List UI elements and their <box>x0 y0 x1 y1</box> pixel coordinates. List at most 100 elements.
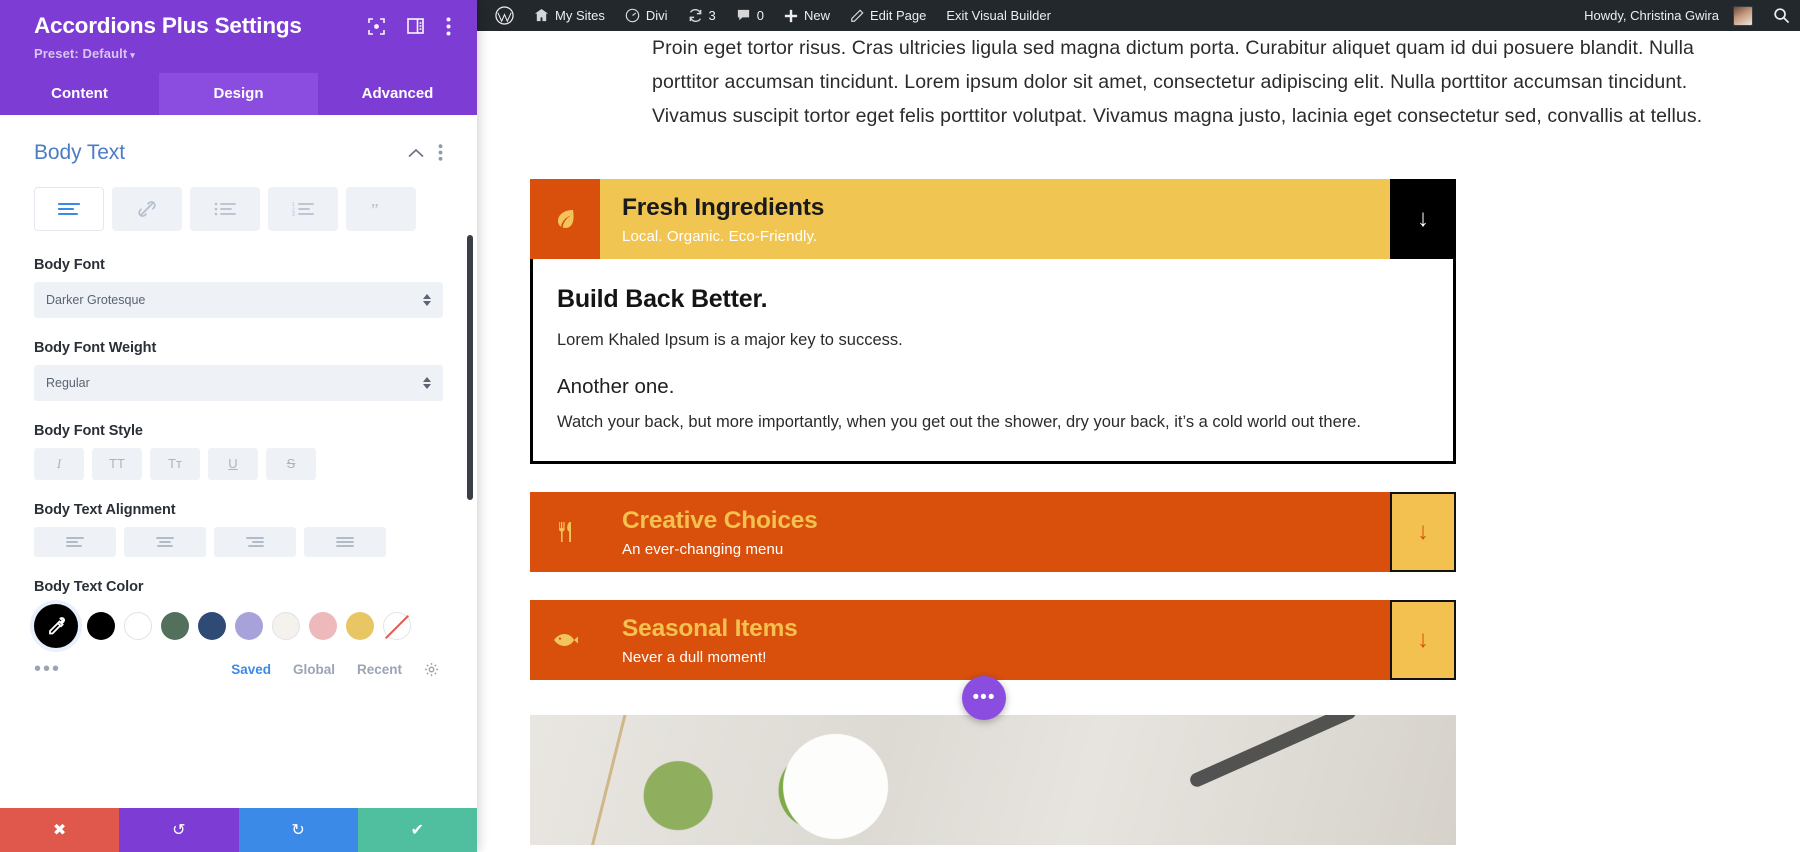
body-text-alignment-label: Body Text Alignment <box>34 501 176 518</box>
divi[interactable]: Divi <box>615 0 678 31</box>
body-font-style-label: Body Font Style <box>34 422 143 439</box>
wordpress-logo-icon[interactable] <box>485 0 524 31</box>
accordion-toggle-button[interactable]: ↓ <box>1390 492 1456 573</box>
paragraph-icon[interactable] <box>34 186 104 231</box>
blockquote-icon[interactable]: ” <box>346 186 416 231</box>
align-right-icon[interactable] <box>214 526 296 557</box>
redo-button[interactable]: ↻ <box>238 808 358 852</box>
color-swatch-row <box>34 603 443 648</box>
intro-paragraph: Proin eget tortor risus. Cras ultricies … <box>652 37 1703 127</box>
save-button[interactable]: ✔ <box>357 808 477 852</box>
cancel-button[interactable]: ✖ <box>0 808 120 852</box>
howdy-label: Howdy, Christina Gwira <box>1584 8 1719 23</box>
settings-body: Body Text 1 2 3 ” Body Font Darker Grote… <box>0 114 477 808</box>
body-text-alignment-field: Body Text Alignment <box>34 502 443 557</box>
tab-content[interactable]: Content <box>0 72 159 115</box>
accordion-title: Seasonal Items <box>622 615 798 643</box>
chevron-updown-icon <box>423 376 431 389</box>
my-sites[interactable]: My Sites <box>524 0 615 31</box>
swatch-white[interactable] <box>124 611 152 640</box>
align-center-icon[interactable] <box>124 526 206 557</box>
body-text-icon-tabs: 123 ” <box>34 186 443 231</box>
page-settings-fab[interactable]: ••• <box>962 676 1006 720</box>
unordered-list-icon[interactable] <box>190 186 260 231</box>
chevron-up-icon[interactable] <box>408 148 424 158</box>
accordion-item-seasonal-items[interactable]: Seasonal Items Never a dull moment! ↓ <box>530 600 1456 681</box>
accordion-toggle-button[interactable]: ↓ <box>1390 600 1456 681</box>
smallcaps-button[interactable]: Tᴛ <box>150 447 200 480</box>
avatar <box>1733 5 1753 26</box>
tab-design[interactable]: Design <box>159 72 318 115</box>
more-vertical-icon[interactable] <box>438 144 443 161</box>
more-vertical-icon[interactable] <box>446 17 451 36</box>
layout-icon[interactable] <box>407 18 424 35</box>
wp-admin-bar: My Sites Divi 3 0 New Edit Page Exit Vis… <box>477 0 1800 31</box>
svg-text:”: ” <box>371 201 379 217</box>
fork-knife-icon <box>530 492 600 573</box>
my-sites-label: My Sites <box>555 8 605 23</box>
divi-label: Divi <box>645 8 668 23</box>
uppercase-button[interactable]: TT <box>92 447 142 480</box>
swatch-lavender[interactable] <box>235 611 263 640</box>
accordion-item-creative-choices[interactable]: Creative Choices An ever-changing menu ↓ <box>530 492 1456 573</box>
focus-icon[interactable] <box>368 18 385 35</box>
fish-icon <box>530 600 600 681</box>
body-text-section-header: Body Text <box>34 141 443 165</box>
body-font-select[interactable]: Darker Grotesque <box>34 281 443 318</box>
strikethrough-button[interactable]: S <box>266 447 316 480</box>
exit-visual-builder-label: Exit Visual Builder <box>946 8 1051 23</box>
swatch-black[interactable] <box>87 611 115 640</box>
new-content[interactable]: New <box>774 0 840 31</box>
updates[interactable]: 3 <box>678 0 726 31</box>
howdy-user-menu[interactable]: Howdy, Christina Gwira <box>1574 0 1763 31</box>
swatch-gold[interactable] <box>346 611 374 640</box>
swatch-tab-recent[interactable]: Recent <box>357 662 402 677</box>
align-left-icon[interactable] <box>34 526 116 557</box>
body-font-weight-value: Regular <box>46 375 90 390</box>
swatch-no-color[interactable] <box>383 611 411 640</box>
preset-selector[interactable]: Preset: Default ▾ <box>34 46 457 61</box>
undo-button[interactable]: ↺ <box>119 808 239 852</box>
panel-title: Accordions Plus Settings <box>34 13 302 38</box>
accordion-toggle-button[interactable]: ↓ <box>1390 179 1456 260</box>
link-icon[interactable] <box>112 186 182 231</box>
swatch-tab-saved[interactable]: Saved <box>231 662 271 677</box>
more-colors-button[interactable]: ••• <box>34 659 61 679</box>
edit-page[interactable]: Edit Page <box>840 0 936 31</box>
settings-scrollbar[interactable] <box>467 234 473 500</box>
accordion-subtitle: Local. Organic. Eco-Friendly. <box>622 228 818 246</box>
body-text-color-label: Body Text Color <box>34 578 144 595</box>
settings-footer: ✖ ↺ ↻ ✔ <box>0 808 477 852</box>
swatch-pink[interactable] <box>309 611 337 640</box>
panel-heading: Build Back Better. <box>557 285 768 314</box>
preset-label: Preset: Default <box>34 45 128 61</box>
accordion-header-text: Fresh Ingredients Local. Organic. Eco-Fr… <box>600 179 1390 260</box>
ordered-list-icon[interactable]: 123 <box>268 186 338 231</box>
swatch-offwhite[interactable] <box>272 611 300 640</box>
accordion-header-text: Creative Choices An ever-changing menu <box>600 492 1390 573</box>
comments-count: 0 <box>756 8 764 23</box>
intro-text-block[interactable]: Proin eget tortor risus. Cras ultricies … <box>477 31 1800 133</box>
swatch-sage[interactable] <box>161 611 189 640</box>
italic-button[interactable]: I <box>34 447 84 480</box>
body-font-value: Darker Grotesque <box>46 292 146 307</box>
tab-advanced[interactable]: Advanced <box>318 72 477 115</box>
food-photo-image <box>530 715 1456 846</box>
swatch-navy[interactable] <box>198 611 226 640</box>
accordion-item-fresh-ingredients[interactable]: Fresh Ingredients Local. Organic. Eco-Fr… <box>530 179 1456 260</box>
body-font-label: Body Font <box>34 256 105 273</box>
new-label: New <box>803 8 830 23</box>
underline-button[interactable]: U <box>208 447 258 480</box>
accordion-title: Fresh Ingredients <box>622 194 825 221</box>
swatch-tab-global[interactable]: Global <box>293 662 335 677</box>
eyedropper-icon[interactable] <box>34 603 78 648</box>
align-justify-icon[interactable] <box>304 526 386 557</box>
exit-visual-builder[interactable]: Exit Visual Builder <box>936 0 1061 31</box>
svg-text:3: 3 <box>292 212 295 216</box>
body-font-weight-select[interactable]: Regular <box>34 364 443 401</box>
gear-icon[interactable] <box>424 662 439 677</box>
comments[interactable]: 0 <box>726 0 774 31</box>
accordion-title: Creative Choices <box>622 507 818 535</box>
section-title: Body Text <box>34 140 125 164</box>
search-icon[interactable] <box>1763 0 1800 31</box>
